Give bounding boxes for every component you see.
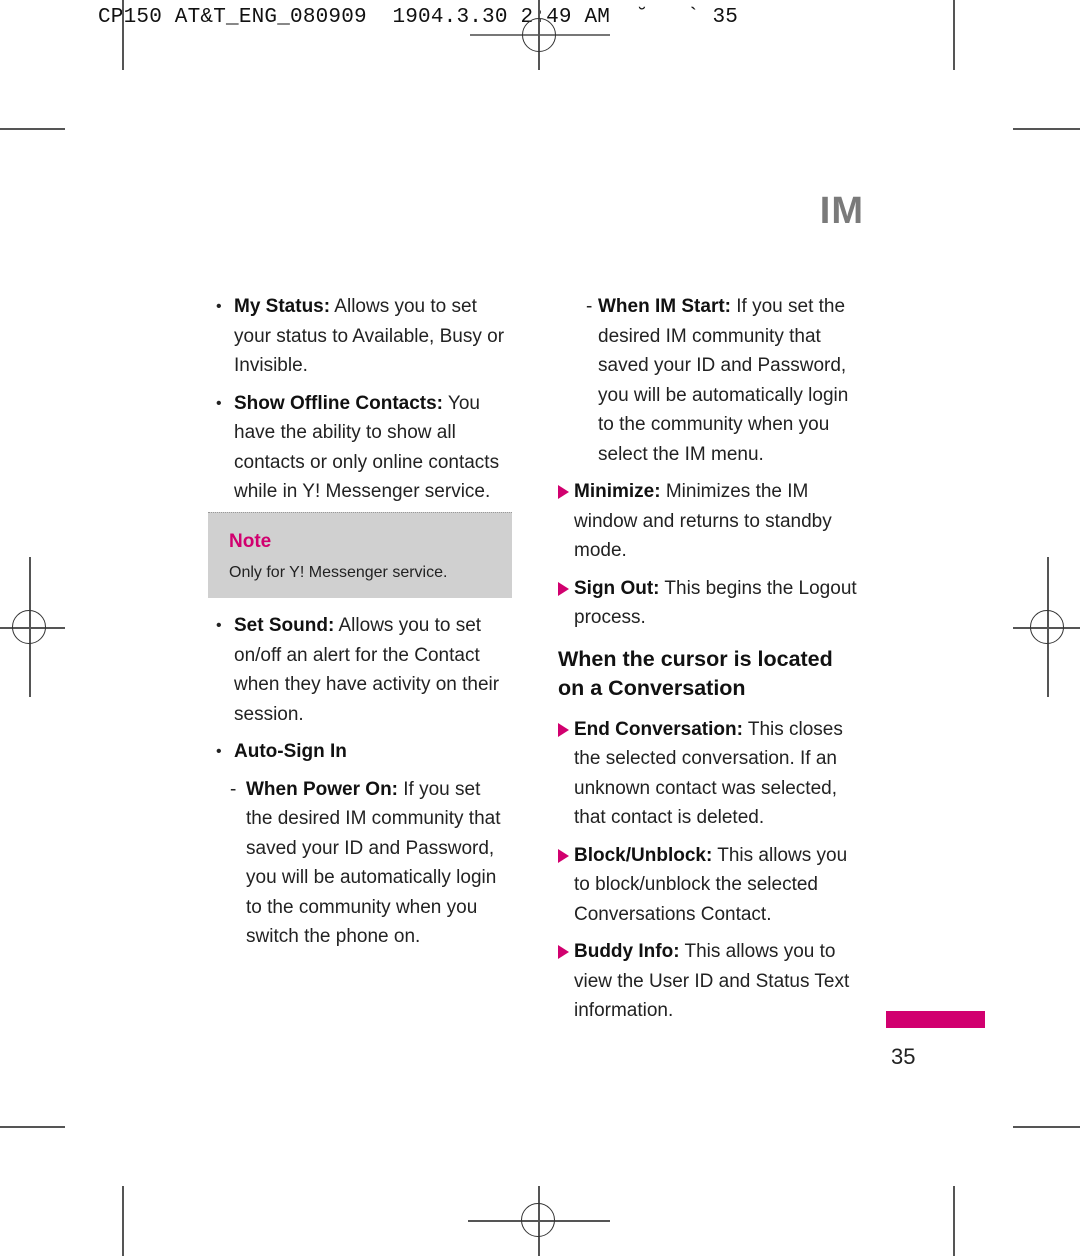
page-number: 35 bbox=[891, 1044, 916, 1069]
list-item-minimize: Minimize: Minimizes the IM window and re… bbox=[558, 477, 864, 566]
crop-mark bbox=[1013, 128, 1080, 130]
item-label: End Conversation: bbox=[574, 718, 743, 740]
sub-item-when-im-start: - When IM Start: If you set the desired … bbox=[574, 292, 864, 469]
note-text: Only for Y! Messenger service. bbox=[229, 564, 448, 581]
bullet-icon: • bbox=[216, 617, 222, 634]
crop-mark bbox=[0, 128, 65, 130]
item-label: Minimize: bbox=[574, 481, 661, 502]
item-label: Buddy Info: bbox=[574, 941, 680, 962]
list-item-end-conversation: End Conversation: This closes the select… bbox=[558, 715, 864, 833]
left-column-continued: • Set Sound: Allows you to set on/off an… bbox=[210, 611, 510, 960]
list-item-my-status: • My Status: Allows you to set your stat… bbox=[210, 292, 510, 381]
item-text: If you set the desired IM community that… bbox=[246, 778, 501, 948]
note-box: Note Only for Y! Messenger service. bbox=[208, 512, 512, 598]
page-tab-bar bbox=[886, 1011, 985, 1028]
crop-mark bbox=[953, 0, 955, 70]
reg-circle bbox=[12, 610, 46, 644]
item-text: If you set the desired IM community that… bbox=[598, 296, 849, 465]
crop-mark bbox=[1013, 1126, 1080, 1128]
list-item-auto-sign-in: • Auto-Sign In bbox=[210, 737, 510, 767]
sub-item-when-power-on: - When Power On: If you set the desired … bbox=[210, 775, 510, 952]
bullet-icon: • bbox=[216, 394, 222, 412]
triangle-bullet-icon bbox=[558, 848, 569, 863]
crop-mark bbox=[953, 1186, 955, 1256]
bullet-icon: • bbox=[216, 743, 222, 760]
reg-circle bbox=[1030, 610, 1064, 644]
item-label: Sign Out: bbox=[574, 577, 660, 599]
list-item-block-unblock: Block/Unblock: This allows you to block/… bbox=[558, 841, 864, 930]
item-label: When Power On: bbox=[246, 778, 398, 800]
dash-marker: - bbox=[586, 296, 593, 317]
list-item-set-sound: • Set Sound: Allows you to set on/off an… bbox=[210, 611, 510, 729]
left-column: • My Status: Allows you to set your stat… bbox=[210, 292, 510, 515]
item-label: When IM Start: bbox=[598, 296, 731, 317]
print-header: CP150 AT&T_ENG_080909 1904.3.30 2:49 AM … bbox=[98, 6, 739, 29]
crop-mark bbox=[0, 1126, 65, 1128]
subheading: When the cursor is located on a Conversa… bbox=[558, 646, 833, 700]
section-title: IM bbox=[819, 190, 864, 232]
item-label: Block/Unblock: bbox=[574, 844, 713, 866]
bullet-icon: • bbox=[216, 298, 222, 315]
crop-mark bbox=[122, 1186, 124, 1256]
list-item-show-offline-contacts: • Show Offline Contacts: You have the ab… bbox=[210, 389, 510, 507]
list-item-sign-out: Sign Out: This begins the Logout process… bbox=[558, 574, 864, 633]
triangle-bullet-icon bbox=[558, 485, 569, 499]
right-column: - When IM Start: If you set the desired … bbox=[558, 292, 864, 1034]
crop-mark bbox=[122, 0, 124, 70]
triangle-bullet-icon bbox=[558, 722, 569, 737]
item-label: My Status: bbox=[234, 296, 331, 317]
item-label: Set Sound: bbox=[234, 615, 335, 636]
reg-circle bbox=[521, 1203, 555, 1237]
triangle-bullet-icon bbox=[558, 581, 569, 596]
list-item-buddy-info: Buddy Info: This allows you to view the … bbox=[558, 937, 864, 1026]
item-label: Auto-Sign In bbox=[234, 741, 347, 762]
reg-circle bbox=[522, 18, 556, 52]
item-label: Show Offline Contacts: bbox=[234, 392, 443, 414]
dash-marker: - bbox=[230, 778, 237, 800]
note-title: Note bbox=[229, 531, 272, 552]
triangle-bullet-icon bbox=[558, 945, 569, 959]
